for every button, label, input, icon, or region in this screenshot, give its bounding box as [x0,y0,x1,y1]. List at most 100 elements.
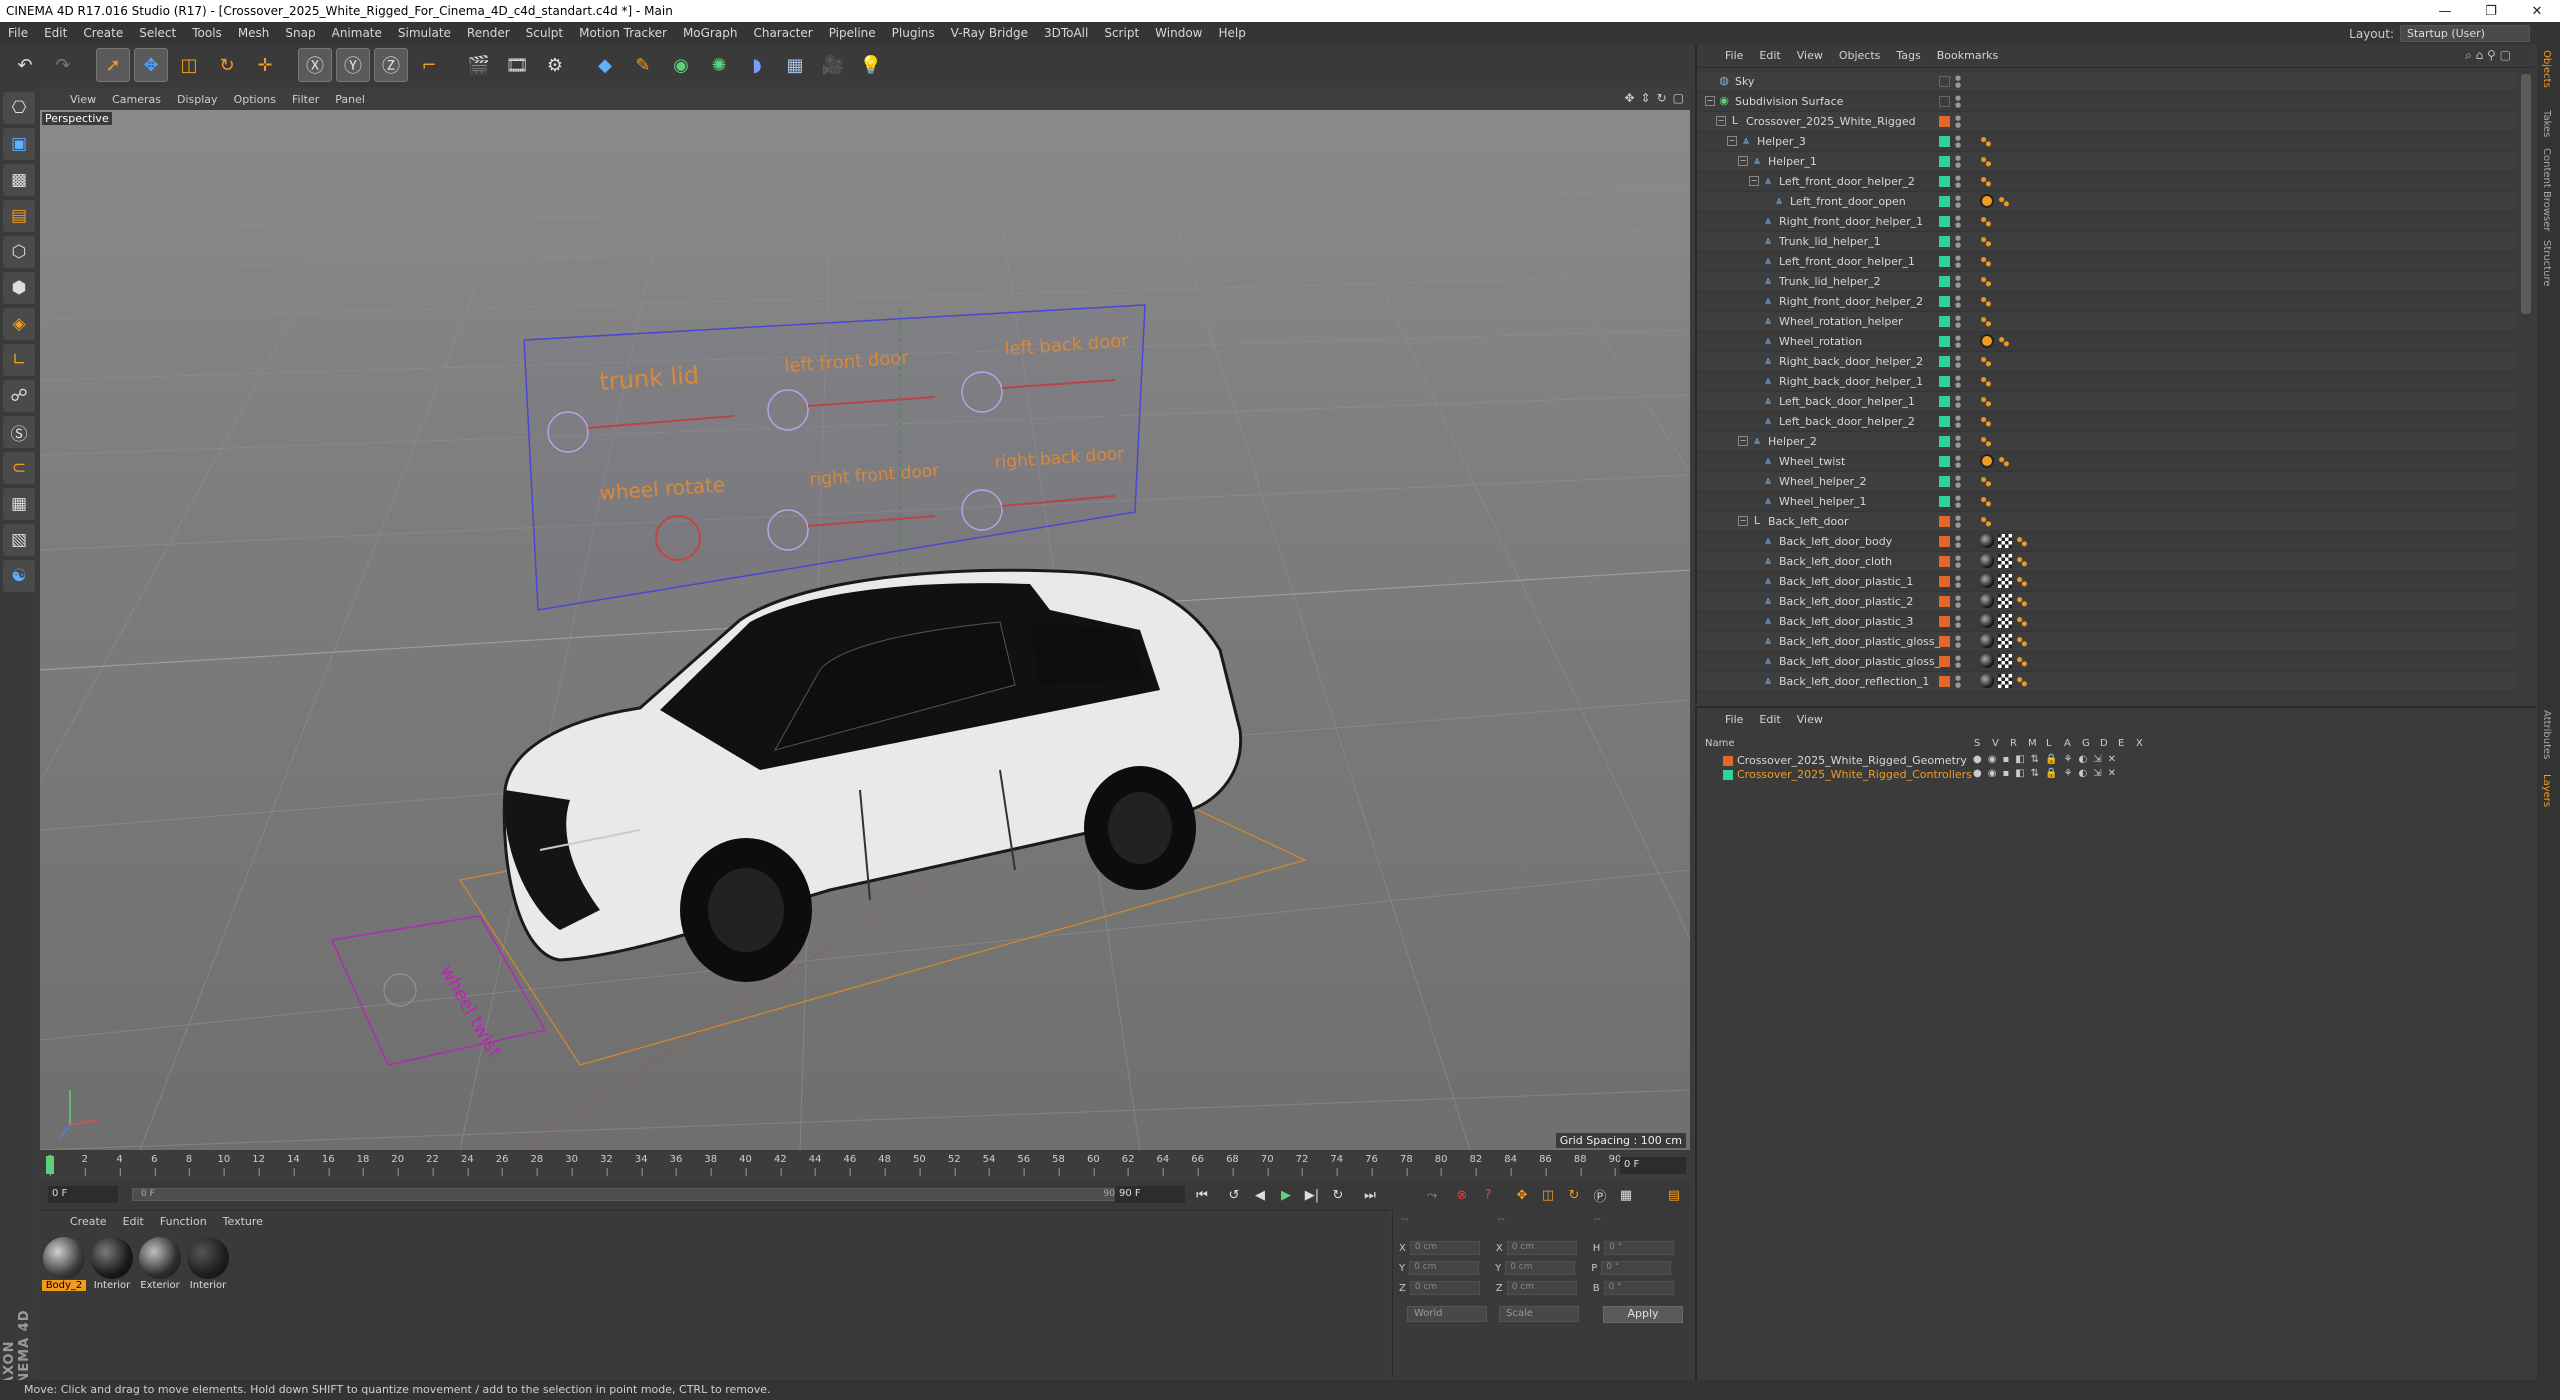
model-mode-icon[interactable]: ▣ [3,128,35,160]
visibility-dots-icon[interactable]: ● ● [1955,575,1961,589]
close-button[interactable]: ✕ [2514,0,2560,22]
material-menu-function[interactable]: Function [152,1215,215,1228]
visibility-dots-icon[interactable]: ● ● [1955,115,1961,129]
object-row[interactable]: ⩓ Left_front_door_helper_1 ● ● [1697,252,2517,272]
tab-objects[interactable]: Objects [2541,50,2552,88]
layer-color-swatch[interactable] [1939,236,1950,247]
cube-object-icon[interactable]: ◆ [588,48,622,82]
rig-tag-icon[interactable] [1980,354,1992,368]
y-axis-icon[interactable]: Ⓨ [336,48,370,82]
rig-tag-icon[interactable] [1980,154,1992,168]
layer-color-swatch[interactable] [1939,256,1950,267]
layer-column-deformers[interactable]: D [2100,738,2108,749]
object-name[interactable]: Left_front_door_open [1790,195,1906,208]
expand-toggle-icon[interactable]: − [1716,116,1726,126]
object-name[interactable]: Sky [1735,75,1754,88]
visibility-dots-icon[interactable]: ● ● [1955,255,1961,269]
viewport-menu-panel[interactable]: Panel [327,93,373,106]
rig-tag-icon[interactable] [1980,294,1992,308]
camera-icon[interactable]: 🎥 [816,48,850,82]
menu-edit[interactable]: Edit [36,26,75,40]
object-row[interactable]: − ⩓ Left_front_door_helper_2 ● ● [1697,172,2517,192]
rig-tag-icon[interactable] [1980,514,1992,528]
pan-icon[interactable]: ✥ [1624,91,1634,105]
layer-column-view[interactable]: V [1992,738,1999,749]
tab-layers[interactable]: Layers [2541,774,2552,807]
menu-pipeline[interactable]: Pipeline [821,26,884,40]
layer-color-swatch[interactable] [1723,770,1733,780]
layer-color-swatch[interactable] [1939,356,1950,367]
object-name[interactable]: Helper_1 [1768,155,1817,168]
layer-color-swatch[interactable] [1939,676,1950,687]
rig-tag-icon[interactable] [2016,634,2028,648]
visibility-dots-icon[interactable]: ● ● [1955,215,1961,229]
object-row[interactable]: ⩓ Back_left_door_plastic_gloss_1 ● ● [1697,632,2517,652]
layer-color-swatch[interactable] [1939,156,1950,167]
menu-character[interactable]: Character [745,26,820,40]
layer-color-swatch[interactable] [1939,176,1950,187]
rig-tag-icon[interactable] [1980,394,1992,408]
maximize-view-icon[interactable]: ▢ [1673,91,1684,105]
python-icon[interactable]: ☯ [3,560,35,592]
material-tag-icon[interactable] [1980,574,1994,588]
texture-tag-icon[interactable] [1998,554,2012,568]
position-x-field[interactable]: 0 cm [1409,1241,1480,1255]
visibility-dots-icon[interactable]: ● ● [1955,175,1961,189]
rotation-h-field[interactable]: 0 ° [1604,1241,1675,1255]
spline-pen-icon[interactable]: ✎ [626,48,660,82]
previous-frame-icon[interactable]: ◀ [1248,1184,1272,1206]
object-name[interactable]: Trunk_lid_helper_1 [1779,235,1881,248]
layer-color-swatch[interactable] [1939,616,1950,627]
expand-toggle-icon[interactable]: − [1727,136,1737,146]
object-name[interactable]: Left_front_door_helper_2 [1779,175,1915,188]
object-row[interactable]: ⩓ Back_left_door_plastic_3 ● ● [1697,612,2517,632]
material-swatch[interactable]: Interior [90,1237,134,1291]
visibility-dots-icon[interactable]: ● ● [1955,75,1961,89]
rotation-p-field[interactable]: 0 ° [1601,1261,1672,1275]
menu-tools[interactable]: Tools [184,26,230,40]
layer-color-swatch[interactable] [1939,216,1950,227]
object-name[interactable]: Back_left_door_plastic_3 [1779,615,1913,628]
rig-tag-icon[interactable] [1980,374,1992,388]
rig-tag-icon[interactable] [1980,414,1992,428]
viewport-menu-display[interactable]: Display [169,93,226,106]
move-tool-icon[interactable]: ✥ [134,48,168,82]
key-rotation-icon[interactable]: ↻ [1562,1184,1586,1206]
object-name[interactable]: Left_back_door_helper_1 [1779,395,1915,408]
object-row[interactable]: ⩓ Wheel_helper_1 ● ● [1697,492,2517,512]
rig-tag-icon[interactable] [1980,254,1992,268]
object-row[interactable]: ⩓ Back_left_door_reflection_1 ● ● [1697,672,2517,692]
object-row[interactable]: ⩓ Right_front_door_helper_2 ● ● [1697,292,2517,312]
apply-button[interactable]: Apply [1603,1306,1683,1323]
redo-icon[interactable]: ↷ [46,48,80,82]
object-row[interactable]: ⩓ Wheel_twist ● ● [1697,452,2517,472]
light-icon[interactable]: 💡 [854,48,888,82]
object-tree-scrollbar[interactable] [2521,74,2531,314]
visibility-dots-icon[interactable]: ● ● [1955,375,1961,389]
mograph-cloner-icon[interactable]: ✺ [702,48,736,82]
minimize-button[interactable]: — [2422,0,2468,22]
object-name[interactable]: Back_left_door_plastic_gloss_2 [1779,655,1947,668]
rig-tag-icon[interactable] [1998,454,2010,468]
material-tag-icon[interactable] [1980,674,1994,688]
rotation-b-field[interactable]: 0 ° [1603,1281,1674,1295]
object-name[interactable]: Left_front_door_helper_1 [1779,255,1915,268]
visibility-dots-icon[interactable]: ● ● [1955,455,1961,469]
menu-help[interactable]: Help [1210,26,1253,40]
object-row[interactable]: − L Back_left_door ● ● [1697,512,2517,532]
coordinate-space-dropdown[interactable]: World [1407,1306,1487,1322]
expand-toggle-icon[interactable]: − [1749,176,1759,186]
play-icon[interactable]: ▶ [1274,1184,1298,1206]
size-z-field[interactable]: 0 cm [1506,1281,1577,1295]
object-row[interactable]: ◍ Sky ● ● [1697,72,2517,92]
layer-color-swatch[interactable] [1939,576,1950,587]
menu-simulate[interactable]: Simulate [390,26,459,40]
material-tag-icon[interactable] [1980,634,1994,648]
object-name[interactable]: Trunk_lid_helper_2 [1779,275,1881,288]
object-row[interactable]: ⩓ Left_back_door_helper_2 ● ● [1697,412,2517,432]
menu-mesh[interactable]: Mesh [230,26,278,40]
object-menu-tags[interactable]: Tags [1888,49,1928,62]
expand-toggle-icon[interactable]: − [1738,156,1748,166]
texture-tag-icon[interactable] [1998,654,2012,668]
layer-color-swatch[interactable] [1939,76,1950,87]
